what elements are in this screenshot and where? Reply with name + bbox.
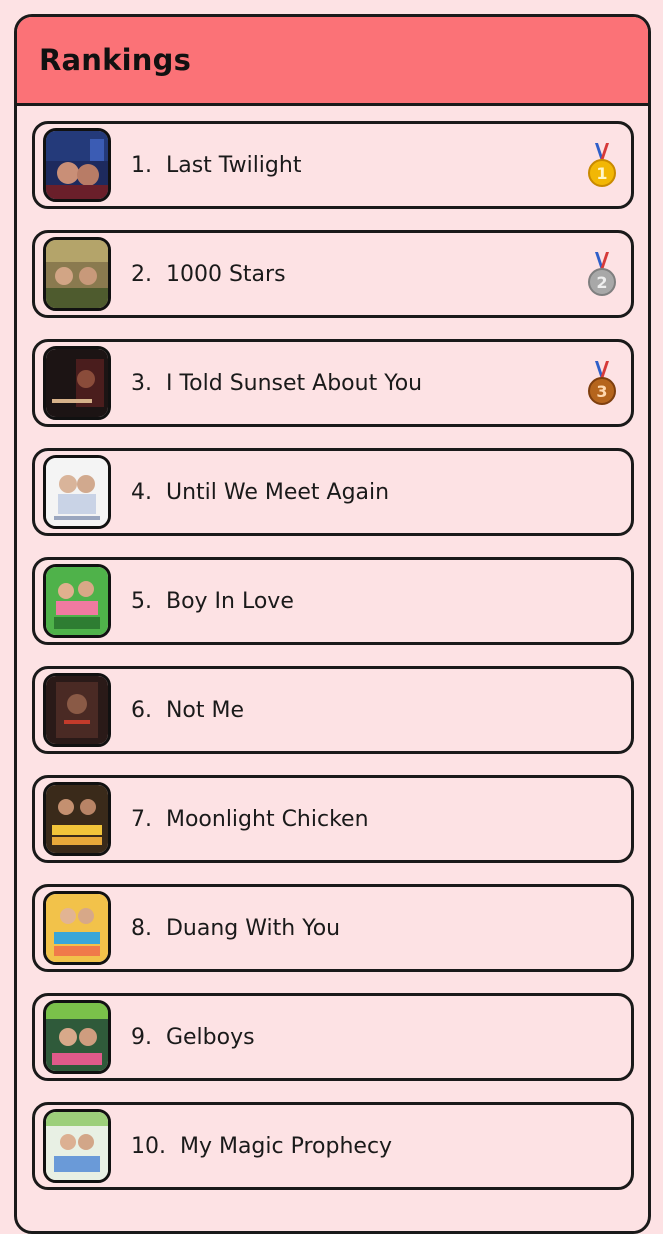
ranking-item-5[interactable]: 5. Boy In Love xyxy=(32,557,634,645)
medal-number: 2 xyxy=(596,273,607,292)
poster-thumbnail xyxy=(43,128,111,202)
ranking-item-10[interactable]: 10. My Magic Prophecy xyxy=(32,1102,634,1190)
ranking-item-6[interactable]: 6. Not Me xyxy=(32,666,634,754)
medal-number: 3 xyxy=(596,382,607,401)
ranking-item-8[interactable]: 8. Duang With You xyxy=(32,884,634,972)
ranking-label: 5. Boy In Love xyxy=(131,588,294,614)
poster-thumbnail xyxy=(43,1109,111,1183)
rankings-header: Rankings xyxy=(17,17,648,106)
page-title: Rankings xyxy=(39,43,192,77)
poster-thumbnail xyxy=(43,237,111,311)
ranking-label: 7. Moonlight Chicken xyxy=(131,806,369,832)
poster-thumbnail xyxy=(43,782,111,856)
ranking-label: 2. 1000 Stars xyxy=(131,261,286,287)
gold-medal-icon: 1 xyxy=(587,143,617,189)
medal-number: 1 xyxy=(596,164,607,183)
ranking-label: 10. My Magic Prophecy xyxy=(131,1133,393,1159)
ranking-item-2[interactable]: 2. 1000 Stars 2 xyxy=(32,230,634,318)
poster-thumbnail xyxy=(43,346,111,420)
ranking-label: 8. Duang With You xyxy=(131,915,341,941)
silver-medal-icon: 2 xyxy=(587,252,617,298)
ranking-label: 1. Last Twilight xyxy=(131,152,302,178)
ranking-label: 6. Not Me xyxy=(131,697,245,723)
ranking-label: 3. I Told Sunset About You xyxy=(131,370,423,396)
ranking-label: 4. Until We Meet Again xyxy=(131,479,390,505)
rankings-panel: Rankings 1. Last Twilight 1 2. 1000 Star… xyxy=(14,14,651,1234)
ranking-item-4[interactable]: 4. Until We Meet Again xyxy=(32,448,634,536)
ranking-item-9[interactable]: 9. Gelboys xyxy=(32,993,634,1081)
ranking-item-1[interactable]: 1. Last Twilight 1 xyxy=(32,121,634,209)
poster-thumbnail xyxy=(43,455,111,529)
poster-thumbnail xyxy=(43,1000,111,1074)
bronze-medal-icon: 3 xyxy=(587,361,617,407)
poster-thumbnail xyxy=(43,891,111,965)
poster-thumbnail xyxy=(43,564,111,638)
ranking-item-3[interactable]: 3. I Told Sunset About You 3 xyxy=(32,339,634,427)
ranking-label: 9. Gelboys xyxy=(131,1024,255,1050)
poster-thumbnail xyxy=(43,673,111,747)
ranking-item-7[interactable]: 7. Moonlight Chicken xyxy=(32,775,634,863)
